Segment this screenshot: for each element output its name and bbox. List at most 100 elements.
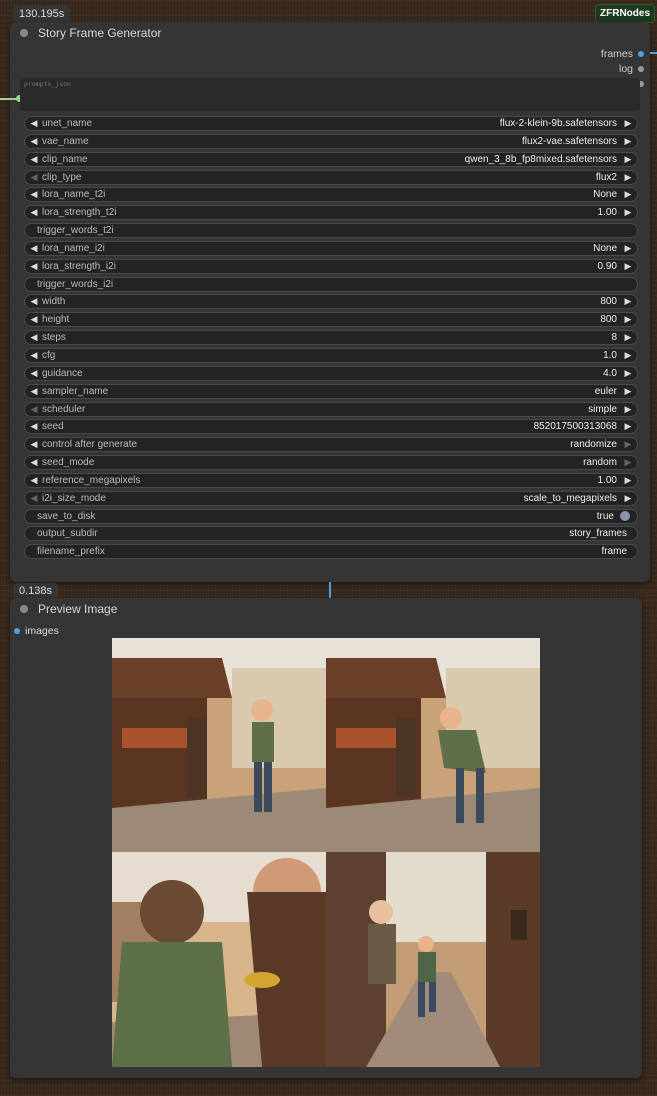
widget-scheduler[interactable]: ◀ scheduler simple ▶ — [24, 401, 638, 417]
increment-arrow-icon[interactable]: ▶ — [623, 136, 633, 147]
widget-seed-mode[interactable]: ◀ seed_mode random ▶ — [24, 455, 638, 471]
widget-steps[interactable]: ◀ steps 8 ▶ — [24, 330, 638, 346]
widget-height[interactable]: ◀ height 800 ▶ — [24, 312, 638, 328]
decrement-arrow-icon[interactable]: ◀ — [29, 332, 39, 343]
decrement-arrow-icon[interactable]: ◀ — [29, 314, 39, 325]
increment-arrow-icon[interactable]: ▶ — [623, 457, 633, 468]
decrement-arrow-icon[interactable]: ◀ — [29, 475, 39, 486]
widget-vae-name[interactable]: ◀ vae_name flux2-vae.safetensors ▶ — [24, 133, 638, 149]
widget-unet-name[interactable]: ◀ unet_name flux-2-klein-9b.safetensors ▶ — [24, 116, 638, 131]
widget-value: frame — [601, 546, 627, 558]
preview-frame-1[interactable] — [112, 638, 326, 852]
widget-lora-name-t2i[interactable]: ◀ lora_name_t2i None ▶ — [24, 187, 638, 203]
widget-label: trigger_words_t2i — [37, 225, 114, 237]
widget-width[interactable]: ◀ width 800 ▶ — [24, 294, 638, 310]
decrement-arrow-icon[interactable]: ◀ — [29, 404, 39, 415]
toggle-knob-icon[interactable] — [620, 511, 630, 522]
increment-arrow-icon[interactable]: ▶ — [623, 172, 633, 183]
widget-control-after-generate[interactable]: ◀ control after generate randomize ▶ — [24, 437, 638, 453]
widget-label: i2i_size_mode — [42, 492, 106, 504]
prompts-json-textarea[interactable]: prompts_json — [20, 78, 640, 111]
widget-guidance[interactable]: ◀ guidance 4.0 ▶ — [24, 365, 638, 381]
decrement-arrow-icon[interactable]: ◀ — [29, 421, 39, 432]
widget-lora-name-i2i[interactable]: ◀ lora_name_i2i None ▶ — [24, 240, 638, 256]
widget-value: flux-2-klein-9b.safetensors — [499, 118, 617, 129]
widget-label: filename_prefix — [37, 546, 105, 558]
increment-arrow-icon[interactable]: ▶ — [623, 314, 633, 325]
decrement-arrow-icon[interactable]: ◀ — [29, 207, 39, 218]
collapse-dot-icon[interactable] — [20, 605, 28, 613]
widget-label: clip_type — [42, 171, 82, 183]
decrement-arrow-icon[interactable]: ◀ — [29, 261, 39, 272]
widget-clip-name[interactable]: ◀ clip_name qwen_3_8b_fp8mixed.safetensors… — [24, 151, 638, 167]
increment-arrow-icon[interactable]: ▶ — [623, 332, 633, 343]
increment-arrow-icon[interactable]: ▶ — [623, 368, 633, 379]
decrement-arrow-icon[interactable]: ◀ — [29, 189, 39, 200]
increment-arrow-icon[interactable]: ▶ — [623, 261, 633, 272]
widget-value: 852017500313068 — [533, 421, 617, 433]
decrement-arrow-icon[interactable]: ◀ — [29, 296, 39, 307]
widget-lora-strength-t2i[interactable]: ◀ lora_strength_t2i 1.00 ▶ — [24, 205, 638, 221]
increment-arrow-icon[interactable]: ▶ — [623, 386, 633, 397]
widget-lora-strength-i2i[interactable]: ◀ lora_strength_i2i 0.90 ▶ — [24, 258, 638, 274]
widget-label: trigger_words_i2i — [37, 278, 114, 290]
widget-save-to-disk[interactable]: save_to_disk true — [24, 508, 638, 524]
increment-arrow-icon[interactable]: ▶ — [623, 404, 633, 415]
preview-frame-4[interactable] — [326, 852, 540, 1067]
widget-label: scheduler — [42, 403, 86, 415]
increment-arrow-icon[interactable]: ▶ — [623, 296, 633, 307]
output-socket-icon[interactable] — [638, 50, 644, 57]
widget-value: true — [596, 510, 614, 522]
widget-value: flux2 — [595, 171, 617, 183]
collapse-dot-icon[interactable] — [20, 29, 28, 37]
decrement-arrow-icon[interactable]: ◀ — [29, 386, 39, 397]
decrement-arrow-icon[interactable]: ◀ — [29, 136, 39, 147]
node-title-bar[interactable]: Preview Image — [10, 598, 642, 620]
widget-label: guidance — [42, 367, 83, 379]
widget-value: randomize — [570, 439, 617, 451]
increment-arrow-icon[interactable]: ▶ — [623, 118, 633, 129]
execution-time-badge: 130.195s — [13, 6, 71, 22]
increment-arrow-icon[interactable]: ▶ — [623, 439, 633, 450]
decrement-arrow-icon[interactable]: ◀ — [29, 172, 39, 183]
widget-label: lora_strength_t2i — [42, 207, 117, 219]
input-images[interactable]: images — [14, 625, 59, 637]
widget-filename-prefix[interactable]: filename_prefix frame — [24, 544, 638, 560]
widget-sampler-name[interactable]: ◀ sampler_name euler ▶ — [24, 383, 638, 399]
decrement-arrow-icon[interactable]: ◀ — [29, 118, 39, 129]
increment-arrow-icon[interactable]: ▶ — [623, 154, 633, 165]
decrement-arrow-icon[interactable]: ◀ — [29, 493, 39, 504]
increment-arrow-icon[interactable]: ▶ — [623, 350, 633, 361]
decrement-arrow-icon[interactable]: ◀ — [29, 457, 39, 468]
widget-seed[interactable]: ◀ seed 852017500313068 ▶ — [24, 419, 638, 435]
widget-output-subdir[interactable]: output_subdir story_frames — [24, 526, 638, 542]
increment-arrow-icon[interactable]: ▶ — [623, 189, 633, 200]
input-socket-icon[interactable] — [14, 628, 20, 634]
preview-frame-3[interactable] — [112, 852, 326, 1067]
widget-cfg[interactable]: ◀ cfg 1.0 ▶ — [24, 347, 638, 363]
increment-arrow-icon[interactable]: ▶ — [623, 475, 633, 486]
increment-arrow-icon[interactable]: ▶ — [623, 493, 633, 504]
output-log[interactable]: log — [575, 61, 644, 76]
decrement-arrow-icon[interactable]: ◀ — [29, 368, 39, 379]
widget-label: steps — [42, 332, 66, 344]
preview-frame-2[interactable] — [326, 638, 540, 852]
widget-i2i-size-mode[interactable]: ◀ i2i_size_mode scale_to_megapixels ▶ — [24, 490, 638, 506]
widget-trigger-words-i2i[interactable]: trigger_words_i2i — [24, 276, 638, 292]
decrement-arrow-icon[interactable]: ◀ — [29, 350, 39, 361]
widget-trigger-words-t2i[interactable]: trigger_words_t2i — [24, 223, 638, 239]
decrement-arrow-icon[interactable]: ◀ — [29, 154, 39, 165]
output-frames[interactable]: frames — [575, 46, 644, 61]
node-title-bar[interactable]: Story Frame Generator — [10, 22, 650, 44]
decrement-arrow-icon[interactable]: ◀ — [29, 439, 39, 450]
preview-image-grid[interactable] — [112, 638, 540, 1067]
decrement-arrow-icon[interactable]: ◀ — [29, 243, 39, 254]
output-socket-icon[interactable] — [638, 65, 644, 72]
widget-clip-type[interactable]: ◀ clip_type flux2 ▶ — [24, 169, 638, 185]
widget-label: seed — [42, 421, 64, 433]
widget-value: 1.0 — [603, 349, 617, 361]
increment-arrow-icon[interactable]: ▶ — [623, 243, 633, 254]
widget-reference-megapixels[interactable]: ◀ reference_megapixels 1.00 ▶ — [24, 472, 638, 488]
increment-arrow-icon[interactable]: ▶ — [623, 207, 633, 218]
increment-arrow-icon[interactable]: ▶ — [623, 421, 633, 432]
